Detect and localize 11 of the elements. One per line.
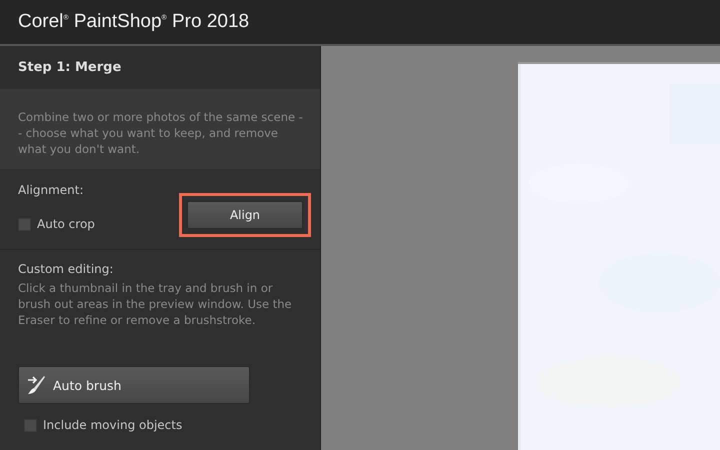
include-moving-objects-checkbox[interactable]: Include moving objects xyxy=(18,418,306,432)
auto-crop-checkbox[interactable]: Auto crop xyxy=(18,217,95,231)
window-title: Corel$^{®}$ PaintShop$^{®}$ Pro 2018 xyxy=(18,11,250,33)
auto-brush-button[interactable]: Auto brush xyxy=(18,366,250,404)
custom-editing-label: Custom editing: xyxy=(18,262,114,276)
step-title: Step 1: Merge xyxy=(18,60,122,75)
alignment-label: Alignment: xyxy=(18,183,85,197)
instructions-text: Click a thumbnail in the tray and brush in or brush out areas in the preview window. Use the Eraser to refine or remove a brushstroke. xyxy=(18,280,293,328)
description-text: Combine two or more photos of the same scene -- choose what you want to keep, and remove what you don't want. xyxy=(18,109,304,157)
align-button[interactable]: Align xyxy=(187,201,303,229)
brush-icon xyxy=(25,374,47,396)
